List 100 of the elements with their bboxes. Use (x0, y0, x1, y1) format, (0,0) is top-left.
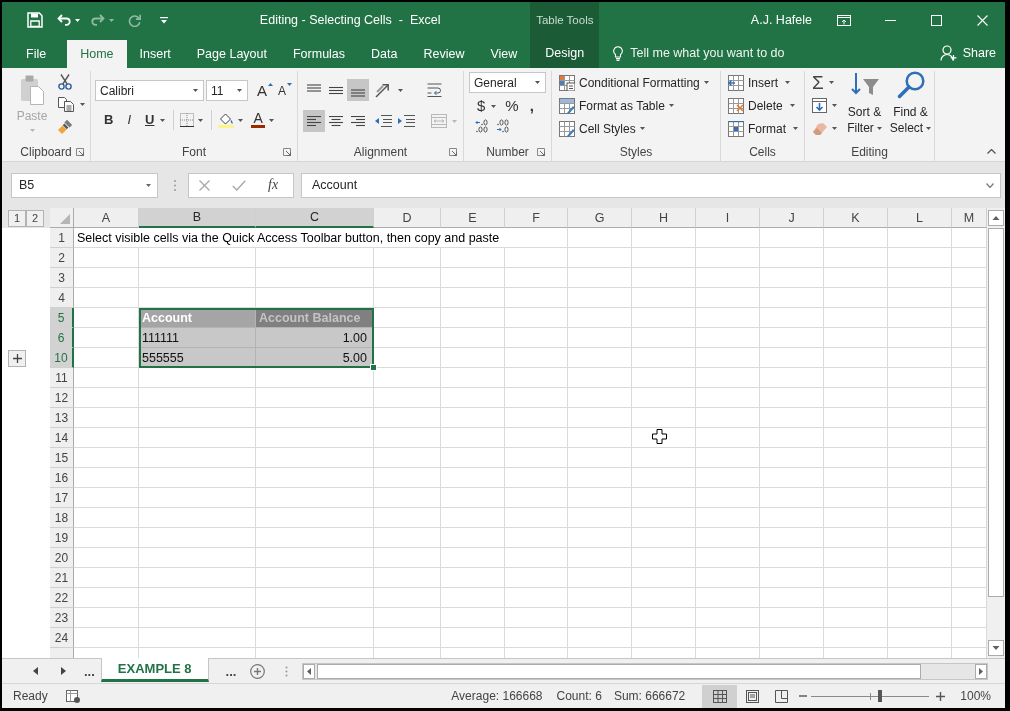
save-icon[interactable] (27, 12, 43, 28)
column-header[interactable]: M (952, 208, 987, 228)
outdent-icon[interactable] (375, 115, 392, 127)
column-header[interactable]: H (632, 208, 696, 228)
row-header[interactable]: 23 (50, 608, 74, 628)
column-header[interactable]: G (568, 208, 632, 228)
triangle-right-icon[interactable] (61, 667, 66, 675)
wrap-lines-icon[interactable] (427, 83, 442, 97)
undo-icon[interactable] (57, 14, 71, 26)
caret-icon[interactable] (793, 127, 798, 130)
format-as-table-button[interactable]: Format as Table (559, 94, 709, 117)
currency-button[interactable]: $ (477, 98, 486, 114)
decrease-decimal-icon[interactable] (496, 119, 510, 133)
row-header[interactable]: 20 (50, 548, 74, 568)
find-select-button[interactable]: Find & Select (888, 71, 933, 136)
caret-icon[interactable] (75, 18, 80, 22)
font-name-field[interactable]: Calibri (95, 80, 204, 101)
scroll-left-icon[interactable] (303, 663, 316, 679)
ribbon-tab[interactable]: Insert (126, 40, 184, 68)
caret-icon[interactable] (789, 104, 795, 107)
column-header[interactable]: L (888, 208, 952, 228)
row-header[interactable]: 24 (50, 628, 74, 648)
row-header[interactable]: 12 (50, 388, 74, 408)
caret-icon[interactable] (160, 118, 166, 122)
caret-icon[interactable] (237, 89, 242, 92)
chevron-down-icon[interactable] (986, 182, 994, 188)
expand-button[interactable] (8, 349, 26, 367)
column-header[interactable]: E (441, 208, 505, 228)
ribbon-tab[interactable]: Home (67, 40, 127, 68)
row-header[interactable]: 18 (50, 508, 74, 528)
scrollbar-thumb[interactable] (317, 663, 922, 679)
font-color-button[interactable]: A (251, 112, 265, 128)
row-header[interactable]: 6 (50, 328, 74, 348)
normal-view-button[interactable] (702, 684, 738, 708)
bold-button[interactable]: B (104, 112, 114, 128)
user-name[interactable]: A.J. Hafele (750, 13, 812, 27)
ribbon-tab[interactable]: Page Layout (183, 40, 280, 68)
caret-icon[interactable] (828, 81, 834, 84)
vertical-scrollbar[interactable] (987, 208, 1005, 658)
row-header[interactable]: 13 (50, 408, 74, 428)
format-cells-button[interactable]: Format (728, 117, 798, 140)
comma-button[interactable]: , (529, 98, 534, 114)
ribbon-tab[interactable]: Data (358, 40, 411, 68)
column-header[interactable]: B (139, 208, 256, 228)
row-header[interactable]: 4 (50, 288, 74, 308)
launcher-icon[interactable] (449, 147, 457, 156)
caret-icon[interactable] (491, 104, 497, 108)
triangle-left-icon[interactable] (33, 667, 38, 675)
down-arrow-box-icon[interactable] (812, 98, 827, 113)
ribbon-tab[interactable]: View (477, 40, 531, 68)
launcher-icon[interactable] (76, 147, 84, 156)
caret-icon[interactable] (703, 81, 709, 84)
minus-icon[interactable] (799, 695, 808, 697)
brush-icon[interactable] (58, 119, 73, 134)
caret-icon[interactable] (668, 104, 674, 107)
caret-icon[interactable] (268, 118, 274, 122)
autosum-button[interactable]: Σ (812, 72, 824, 93)
column-header[interactable]: F (505, 208, 568, 228)
row-header[interactable]: 2 (50, 248, 74, 268)
cell-styles-button[interactable]: Cell Styles (559, 117, 709, 140)
number-format-field[interactable]: General (469, 72, 546, 93)
ribbon-tab[interactable]: Review (410, 40, 478, 68)
sheet-tab[interactable]: EXAMPLE 8 (100, 658, 209, 682)
caret-icon[interactable] (785, 81, 790, 84)
column-header[interactable]: A (74, 208, 139, 228)
column-header[interactable]: J (760, 208, 824, 228)
formula-field[interactable]: Account (301, 172, 1001, 198)
row-header[interactable]: 14 (50, 428, 74, 448)
caret-icon[interactable] (146, 183, 151, 187)
fill-bucket-icon[interactable] (218, 112, 235, 128)
column-header[interactable]: C (256, 208, 374, 228)
horizontal-scrollbar[interactable] (302, 662, 988, 680)
caret-icon[interactable] (535, 81, 540, 84)
row-header[interactable]: 15 (50, 448, 74, 468)
column-header[interactable]: D (374, 208, 441, 228)
ribbon-tab[interactable]: Design (530, 38, 600, 68)
minimize-icon[interactable] (884, 19, 896, 21)
zoom-slider-thumb[interactable] (877, 690, 882, 702)
row-header[interactable]: 22 (50, 588, 74, 608)
bar-caret-icon[interactable] (160, 16, 168, 24)
chevron-up-icon[interactable] (987, 149, 996, 154)
italic-button[interactable]: I (127, 112, 131, 128)
sort-filter-button[interactable]: Sort & Filter (842, 71, 887, 136)
row-header[interactable]: 16 (50, 468, 74, 488)
share-button[interactable]: Share (939, 45, 996, 61)
increase-decimal-icon[interactable] (475, 119, 489, 133)
scroll-up-icon[interactable] (988, 210, 1004, 226)
insert-function-button[interactable]: fx (268, 177, 279, 193)
row-header[interactable]: 1 (50, 228, 74, 248)
underline-button[interactable]: U (145, 112, 155, 128)
caret-icon[interactable] (193, 89, 198, 92)
scroll-down-icon[interactable] (988, 640, 1004, 656)
caret-icon[interactable] (832, 104, 837, 107)
shrink-font-button[interactable]: A (278, 82, 293, 99)
sheet-record-icon[interactable] (65, 689, 80, 703)
grow-font-button[interactable]: A (257, 82, 273, 99)
font-size-field[interactable]: 11 (206, 80, 248, 101)
plus-circle-icon[interactable] (250, 663, 266, 679)
outline-level-button[interactable]: 2 (26, 209, 44, 227)
caret-icon[interactable] (80, 103, 85, 106)
